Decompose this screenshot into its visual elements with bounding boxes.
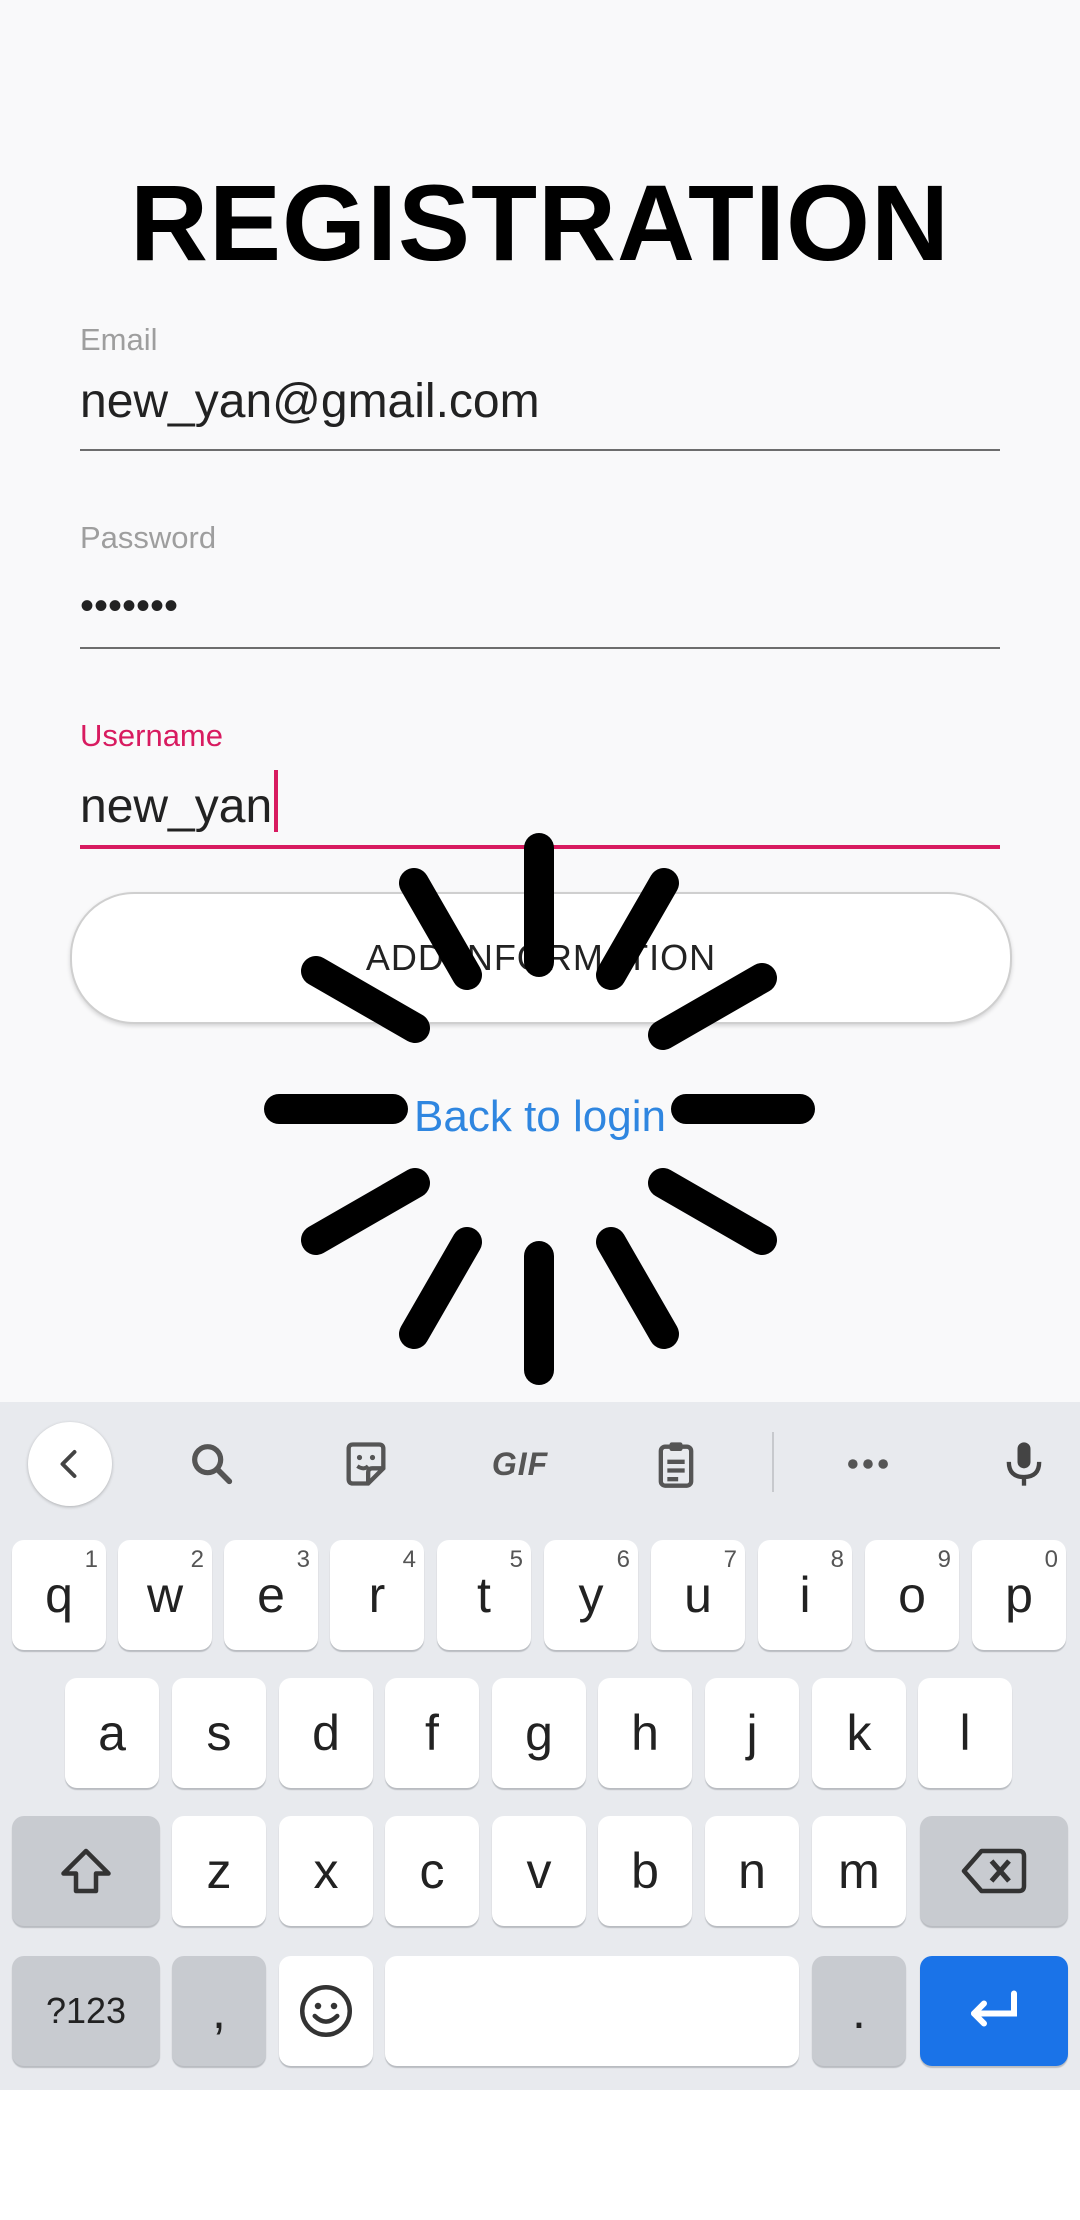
key-g[interactable]: g	[492, 1678, 586, 1788]
key-hint: 8	[830, 1546, 844, 1573]
add-information-button[interactable]: ADD INFORMATION	[70, 892, 1012, 1024]
backspace-key[interactable]	[920, 1816, 1068, 1926]
app-screen: REGISTRATION Email new_yan@gmail.com Pas…	[0, 0, 1080, 1402]
key-v[interactable]: v	[492, 1816, 586, 1926]
key-n[interactable]: n	[705, 1816, 799, 1926]
key-label: o	[898, 1567, 926, 1623]
key-hint: 9	[937, 1546, 951, 1573]
key-i[interactable]: i8	[758, 1540, 852, 1650]
key-r[interactable]: r4	[330, 1540, 424, 1650]
space-key[interactable]	[385, 1956, 799, 2066]
key-hint: 1	[84, 1546, 98, 1573]
key-o[interactable]: o9	[865, 1540, 959, 1650]
soft-keyboard: GIF q1 w2 e3 r4 t5 y6 u7 i8 o9 p0 a s d …	[0, 1402, 1080, 2090]
enter-key[interactable]	[920, 1956, 1068, 2066]
key-m[interactable]: m	[812, 1816, 906, 1926]
username-underline	[80, 845, 1000, 849]
key-s[interactable]: s	[172, 1678, 266, 1788]
email-input[interactable]: new_yan@gmail.com	[80, 374, 540, 429]
toolbar-divider	[772, 1432, 774, 1492]
enter-icon	[971, 1990, 1017, 2027]
key-w[interactable]: w2	[118, 1540, 212, 1650]
page-title: REGISTRATION	[130, 162, 950, 283]
key-label: t	[477, 1567, 491, 1623]
key-hint: 4	[402, 1546, 416, 1573]
period-key[interactable]: .	[812, 1956, 906, 2066]
search-icon[interactable]	[170, 1422, 254, 1506]
mic-icon[interactable]	[982, 1422, 1066, 1506]
emoji-key[interactable]	[279, 1956, 373, 2066]
key-hint: 6	[616, 1546, 630, 1573]
key-hint: 2	[190, 1546, 204, 1573]
spinner-spoke	[301, 1168, 430, 1255]
key-h[interactable]: h	[598, 1678, 692, 1788]
key-c[interactable]: c	[385, 1816, 479, 1926]
username-value: new_yan	[80, 780, 273, 833]
back-icon[interactable]	[28, 1422, 112, 1506]
key-y[interactable]: y6	[544, 1540, 638, 1650]
key-hint: 0	[1044, 1546, 1058, 1573]
password-underline	[80, 647, 1000, 649]
more-icon[interactable]	[826, 1422, 910, 1506]
spinner-spoke	[399, 1227, 482, 1349]
key-u[interactable]: u7	[651, 1540, 745, 1650]
key-k[interactable]: k	[812, 1678, 906, 1788]
key-x[interactable]: x	[279, 1816, 373, 1926]
shift-icon	[61, 1848, 111, 1894]
key-j[interactable]: j	[705, 1678, 799, 1788]
gif-button[interactable]: GIF	[478, 1422, 562, 1506]
spinner-spoke	[648, 1168, 777, 1255]
email-underline	[80, 449, 1000, 451]
key-z[interactable]: z	[172, 1816, 266, 1926]
username-input[interactable]: new_yan	[80, 770, 279, 834]
key-label: u	[684, 1567, 712, 1623]
key-label: p	[1005, 1567, 1033, 1623]
key-p[interactable]: p0	[972, 1540, 1066, 1650]
username-label: Username	[80, 718, 223, 753]
key-label: i	[799, 1567, 811, 1623]
key-label: r	[368, 1567, 386, 1623]
key-label: y	[578, 1567, 604, 1623]
key-e[interactable]: e3	[224, 1540, 318, 1650]
key-q[interactable]: q1	[12, 1540, 106, 1650]
key-label: q	[45, 1567, 73, 1623]
email-label: Email	[80, 322, 158, 357]
clipboard-icon[interactable]	[634, 1422, 718, 1506]
navigation-bar	[0, 2090, 1080, 2220]
text-caret	[274, 770, 279, 832]
password-label: Password	[80, 520, 217, 555]
keyboard-toolbar: GIF	[0, 1402, 1080, 1522]
key-label: w	[146, 1567, 184, 1623]
shift-key[interactable]	[12, 1816, 160, 1926]
key-b[interactable]: b	[598, 1816, 692, 1926]
symbols-key[interactable]: ?123	[12, 1956, 160, 2066]
comma-key[interactable]: ,	[172, 1956, 266, 2066]
key-hint: 7	[723, 1546, 737, 1573]
key-f[interactable]: f	[385, 1678, 479, 1788]
key-l[interactable]: l	[918, 1678, 1012, 1788]
key-a[interactable]: a	[65, 1678, 159, 1788]
emoji-icon	[300, 1985, 352, 2037]
key-label: e	[257, 1567, 285, 1623]
sticker-icon[interactable]	[324, 1422, 408, 1506]
key-hint: 5	[509, 1546, 523, 1573]
spinner-spoke	[596, 1227, 679, 1349]
back-to-login-link[interactable]: Back to login	[0, 1092, 1080, 1142]
backspace-icon	[961, 1848, 1027, 1894]
key-t[interactable]: t5	[437, 1540, 531, 1650]
password-input[interactable]: •••••••	[80, 584, 178, 629]
key-d[interactable]: d	[279, 1678, 373, 1788]
key-hint: 3	[296, 1546, 310, 1573]
gif-label: GIF	[491, 1445, 549, 1482]
